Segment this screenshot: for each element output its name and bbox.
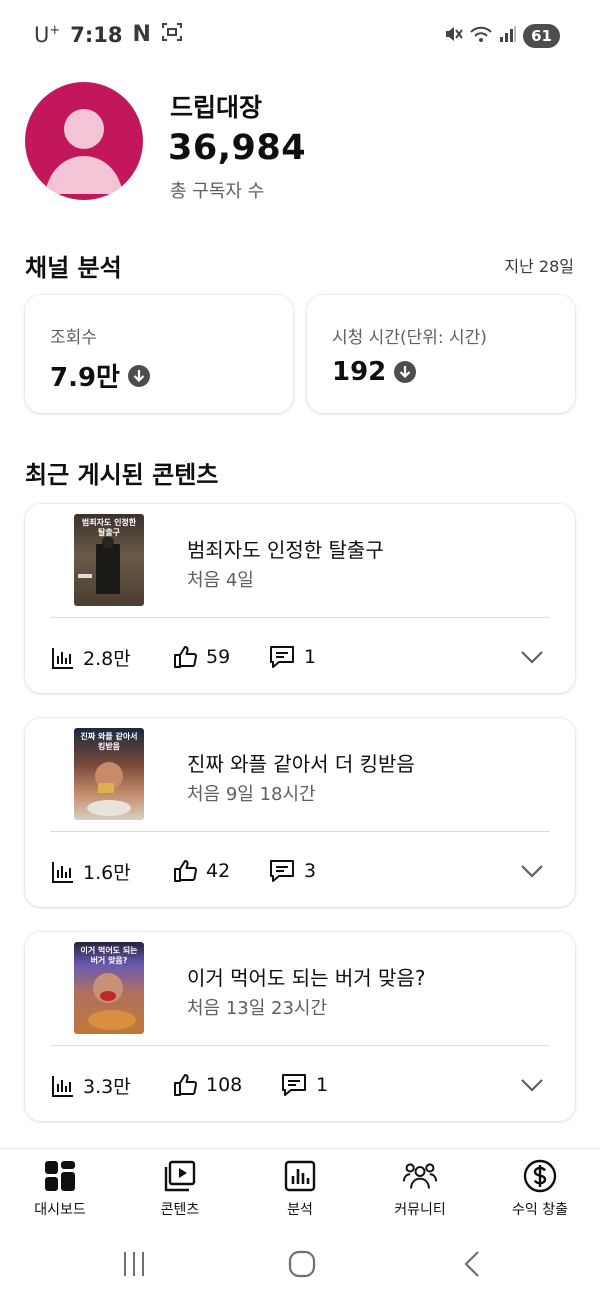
back-icon bbox=[464, 1251, 479, 1277]
video-title[interactable]: 진짜 와플 같아서 더 킹받음 bbox=[187, 748, 415, 777]
screenshot-icon bbox=[161, 22, 183, 47]
video-title[interactable]: 범죄자도 인정한 탈출구 bbox=[187, 534, 384, 563]
divider bbox=[50, 1045, 550, 1046]
video-age: 처음 9일 18시간 bbox=[187, 784, 316, 805]
stat-value: 7.9만 bbox=[50, 357, 150, 394]
thumbnail-caption: 진짜 와플 같아서 킹받음 bbox=[80, 732, 138, 751]
trend-down-icon bbox=[394, 361, 417, 383]
home-icon bbox=[288, 1250, 316, 1278]
comments-metric: 1 bbox=[280, 1072, 328, 1098]
recent-content-title: 최근 게시된 콘텐츠 bbox=[25, 461, 219, 489]
nav-item-dashboard[interactable]: 대시보드 bbox=[0, 1149, 120, 1228]
stat-card-watch-time[interactable]: 시청 시간(단위: 시간) 192 bbox=[307, 295, 575, 413]
views-count: 2.8만 bbox=[83, 648, 131, 670]
comments-count: 1 bbox=[304, 646, 317, 668]
video-age: 처음 13일 23시간 bbox=[187, 998, 328, 1019]
analytics-icon bbox=[283, 1159, 317, 1193]
thumbnail-caption: 범죄자도 인정한 탈출구 bbox=[81, 518, 137, 537]
nav-item-content[interactable]: 콘텐츠 bbox=[120, 1149, 240, 1228]
wifi-icon bbox=[469, 24, 493, 48]
nav-label: 수익 창출 bbox=[512, 1202, 568, 1218]
chevron-down-icon[interactable] bbox=[519, 860, 545, 882]
content-card[interactable]: 이거 먹어도 되는 버거 맞음? 이거 먹어도 되는 버거 맞음? 처음 13일… bbox=[25, 932, 575, 1121]
comments-metric: 3 bbox=[268, 858, 316, 884]
stat-card-views[interactable]: 조회수 7.9만 bbox=[25, 295, 293, 413]
back-button[interactable] bbox=[452, 1246, 492, 1282]
nav-item-analytics[interactable]: 분석 bbox=[240, 1149, 360, 1228]
likes-metric: 42 bbox=[172, 858, 230, 884]
likes-metric: 59 bbox=[172, 644, 230, 670]
comments-metric: 1 bbox=[268, 644, 316, 670]
thumbs-up-icon bbox=[174, 646, 197, 668]
video-thumbnail[interactable]: 범죄자도 인정한 탈출구 bbox=[74, 514, 144, 606]
subscriber-label: 총 구독자 수 bbox=[170, 181, 265, 202]
content-icon bbox=[163, 1159, 197, 1193]
video-thumbnail[interactable]: 이거 먹어도 되는 버거 맞음? bbox=[74, 942, 144, 1034]
comment-icon bbox=[270, 860, 294, 882]
comment-icon bbox=[270, 646, 294, 668]
views-count: 1.6만 bbox=[83, 862, 131, 884]
nav-label: 콘텐츠 bbox=[160, 1202, 200, 1218]
thumbnail-caption: 이거 먹어도 되는 버거 맞음? bbox=[80, 946, 138, 965]
stat-value: 192 bbox=[332, 357, 417, 387]
home-button[interactable] bbox=[282, 1246, 322, 1282]
comments-count: 1 bbox=[316, 1074, 329, 1096]
battery-indicator: 61 bbox=[523, 24, 560, 48]
nav-item-community[interactable]: 커뮤니티 bbox=[360, 1149, 480, 1228]
views-metric: 2.8만 bbox=[51, 644, 131, 671]
chevron-down-icon[interactable] bbox=[519, 1074, 545, 1096]
bar-chart-icon bbox=[52, 647, 73, 669]
video-thumbnail[interactable]: 진짜 와플 같아서 킹받음 bbox=[74, 728, 144, 820]
video-age: 처음 4일 bbox=[187, 570, 254, 591]
bar-chart-icon bbox=[52, 861, 73, 883]
video-title[interactable]: 이거 먹어도 되는 버거 맞음? bbox=[187, 962, 425, 991]
recent-apps-button[interactable] bbox=[114, 1246, 154, 1282]
period-label: 지난 28일 bbox=[504, 257, 574, 276]
dashboard-icon bbox=[43, 1159, 77, 1193]
system-navigation-bar bbox=[0, 1228, 600, 1300]
views-metric: 1.6만 bbox=[51, 858, 131, 885]
bar-chart-icon bbox=[52, 1075, 73, 1097]
stat-label: 시청 시간(단위: 시간) bbox=[332, 328, 487, 348]
analytics-section-title: 채널 분석 bbox=[25, 254, 122, 282]
views-count: 3.3만 bbox=[83, 1076, 131, 1098]
clock: 7:18 bbox=[70, 22, 123, 47]
views-value: 7.9만 bbox=[50, 363, 120, 393]
likes-count: 42 bbox=[206, 860, 231, 882]
channel-avatar[interactable] bbox=[25, 82, 143, 200]
watch-time-value: 192 bbox=[332, 357, 387, 387]
thumbs-up-icon bbox=[174, 860, 197, 882]
nav-label: 분석 bbox=[287, 1202, 313, 1218]
content-card[interactable]: 진짜 와플 같아서 킹받음 진짜 와플 같아서 더 킹받음 처음 9일 18시간… bbox=[25, 718, 575, 907]
community-icon bbox=[403, 1159, 437, 1193]
divider bbox=[50, 831, 550, 832]
nav-item-monetization[interactable]: 수익 창출 bbox=[480, 1149, 600, 1228]
trend-down-icon bbox=[127, 364, 150, 387]
content-card[interactable]: 범죄자도 인정한 탈출구 범죄자도 인정한 탈출구 처음 4일 2.8만 59 … bbox=[25, 504, 575, 693]
notification-n-icon: N bbox=[132, 22, 151, 47]
comments-count: 3 bbox=[304, 860, 317, 882]
nav-label: 대시보드 bbox=[34, 1202, 86, 1218]
signal-icon bbox=[499, 25, 517, 47]
channel-name: 드립대장 bbox=[170, 93, 263, 122]
likes-count: 108 bbox=[206, 1074, 243, 1096]
thumbs-up-icon bbox=[174, 1074, 197, 1096]
carrier-label: U+ bbox=[34, 22, 61, 47]
default-avatar-icon bbox=[45, 109, 123, 194]
likes-metric: 108 bbox=[172, 1072, 242, 1098]
nav-label: 커뮤니티 bbox=[394, 1202, 446, 1218]
recent-apps-icon bbox=[124, 1252, 144, 1276]
stat-label: 조회수 bbox=[50, 328, 97, 348]
mute-icon bbox=[443, 24, 463, 48]
studio-dashboard: U+ 7:18 N 61 드립대장 36,984 총 구독자 수 채널 분석 지… bbox=[0, 0, 600, 1300]
monetization-icon bbox=[523, 1159, 557, 1193]
chevron-down-icon[interactable] bbox=[519, 646, 545, 668]
views-metric: 3.3만 bbox=[51, 1072, 131, 1099]
likes-count: 59 bbox=[206, 646, 231, 668]
divider bbox=[50, 617, 550, 618]
bottom-navigation: 대시보드 콘텐츠 분석 커뮤니티 수익 창출 bbox=[0, 1148, 600, 1228]
status-bar: U+ 7:18 N 61 bbox=[0, 0, 600, 72]
subscriber-count: 36,984 bbox=[168, 128, 307, 168]
comment-icon bbox=[282, 1074, 306, 1096]
